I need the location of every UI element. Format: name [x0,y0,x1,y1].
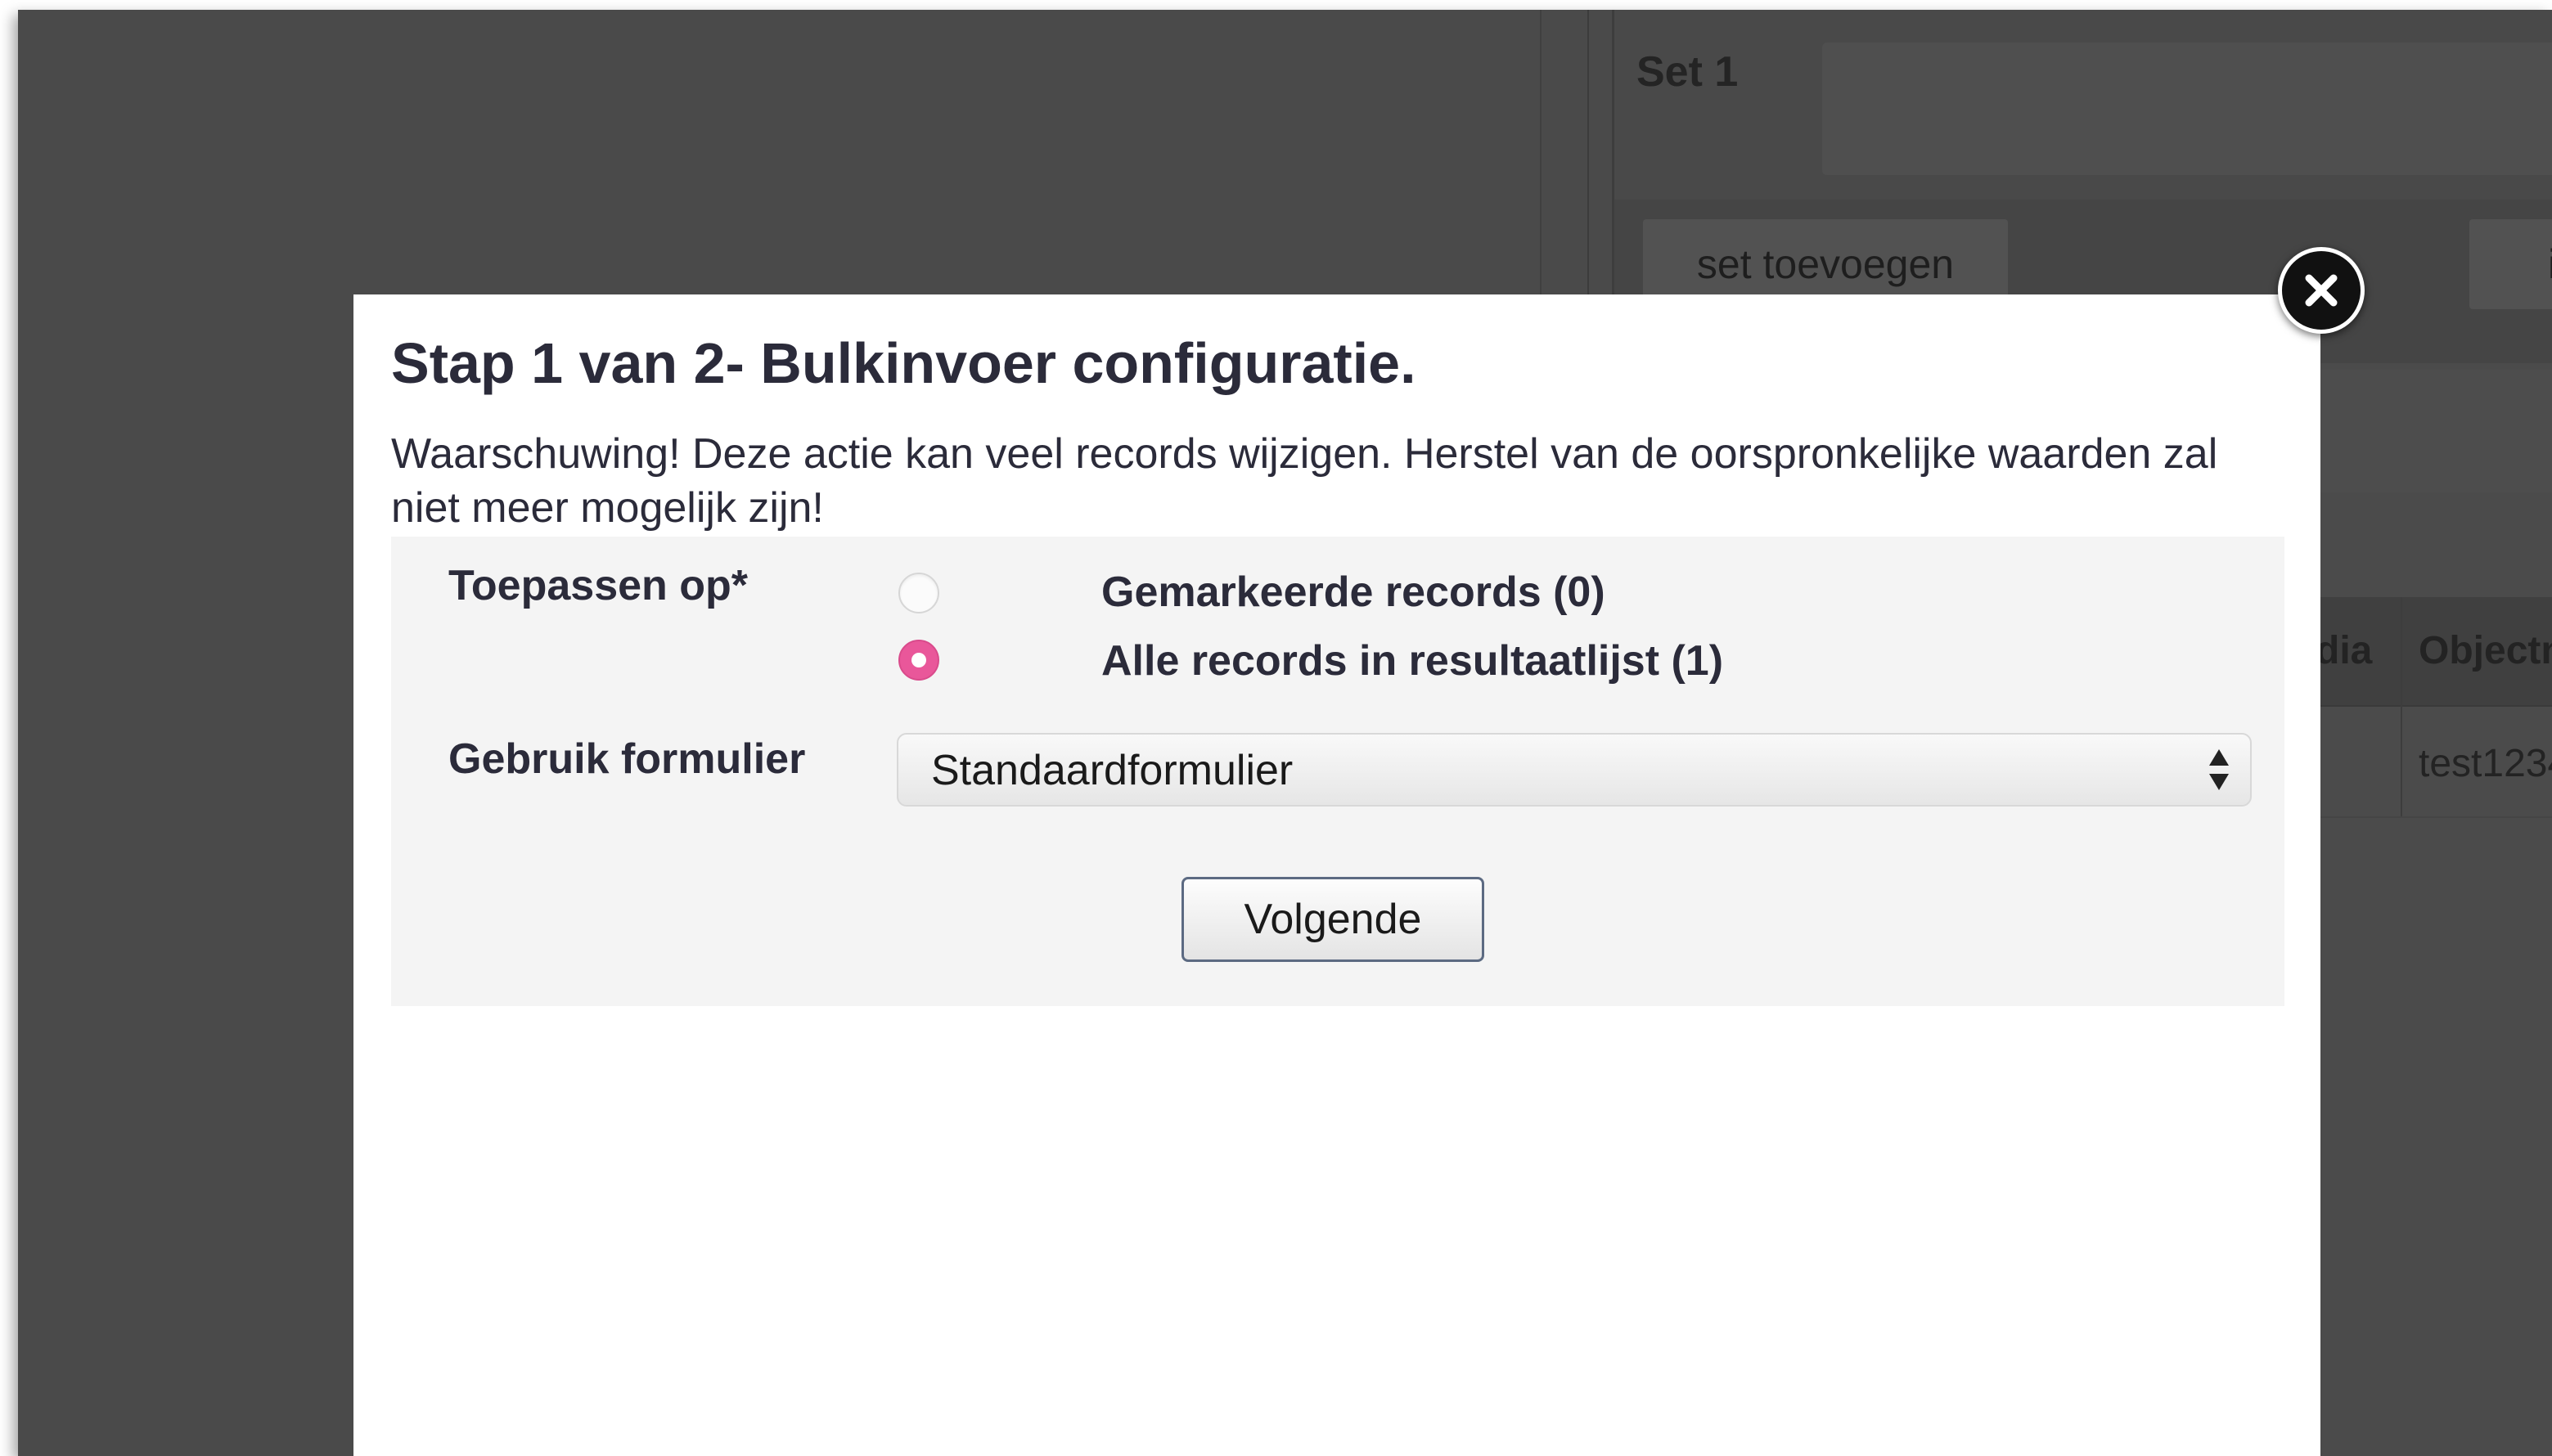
background-column-divider [2401,597,2402,818]
background-set-title: Set 1 [1636,48,1739,96]
radio-all-records-label[interactable]: Alle records in resultaatlijst (1) [1101,636,1723,685]
dialog-warning: Waarschuwing! Deze actie kan veel record… [391,430,2218,532]
background-set-field [1822,43,2552,175]
radio-marked-records[interactable] [898,573,939,613]
use-form-label: Gebruik formulier [448,735,806,783]
radio-marked-records-label[interactable]: Gemarkeerde records (0) [1101,568,1605,617]
background-partial-button: ir [2469,219,2552,309]
radio-all-records[interactable] [898,640,939,681]
form-select[interactable]: Standaardformulier [897,733,2252,807]
next-button[interactable]: Volgende [1181,877,1484,962]
dialog-title: Stap 1 van 2- Bulkinvoer configuratie. [391,331,1416,395]
background-column-header-partial: dia [2316,629,2373,672]
select-arrows-icon [2209,749,2229,790]
close-button[interactable] [2278,247,2365,334]
apply-to-label: Toepassen op* [448,562,749,609]
background-table-cell: test1234 [2419,742,2552,785]
close-icon [2305,274,2338,307]
background-column-header-object: Objectn [2419,629,2552,672]
form-select-value: Standaardformulier [931,747,1294,794]
